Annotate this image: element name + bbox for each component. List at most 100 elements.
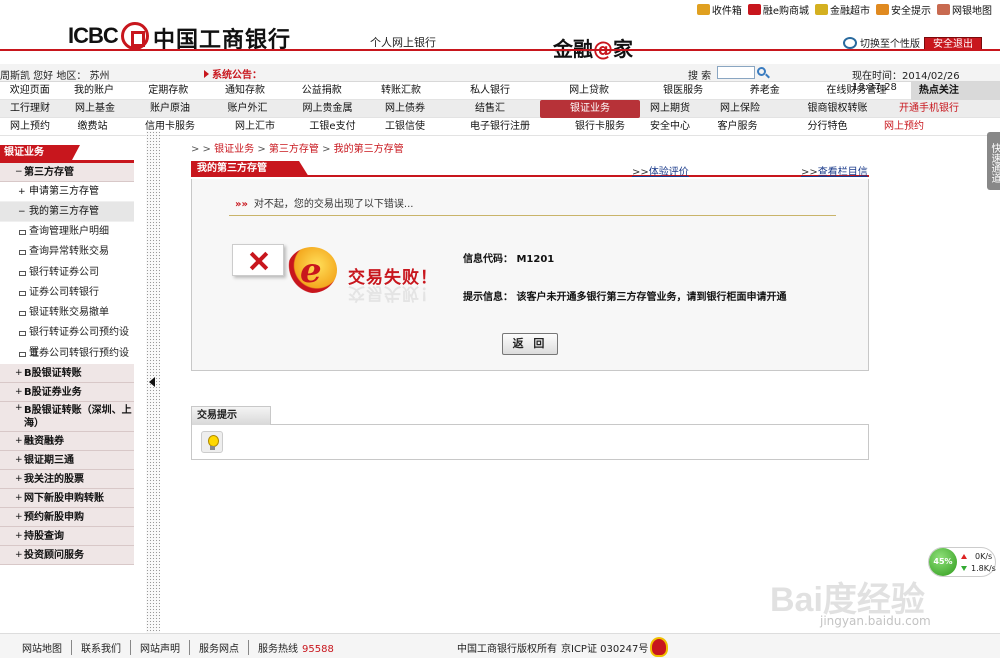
sidebar-leaf-6[interactable]: 证券公司转银行预约设置 (0, 344, 134, 379)
hotline-number: 95588 (302, 644, 334, 655)
sidebar-category-6[interactable]: + 网下新股申购转账 (0, 489, 134, 509)
nav-row1-item-7[interactable]: 网上贷款 (540, 82, 639, 100)
nav-row2-item-7[interactable]: 银证业务 (540, 100, 640, 118)
collapse-icon: − (18, 207, 26, 217)
nav-row2-item-8[interactable]: 网上期货 (640, 100, 700, 118)
sidebar-category-8[interactable]: + 持股查询 (0, 527, 134, 547)
nav-row2-item-5[interactable]: 网上债券 (370, 100, 440, 118)
nav-row2-item-3[interactable]: 账户外汇 (210, 100, 285, 118)
sidebar-category-4[interactable]: + 银证期三通 (0, 451, 134, 471)
nav-row3-item-11[interactable]: 网上预约 (880, 118, 975, 136)
toplink-label: 网银地图 (952, 6, 992, 17)
sidebar-category-2[interactable]: + B股银证转账（深圳、上海） (0, 402, 134, 433)
nav-row2-item-10[interactable]: 银商银权转账 (780, 100, 895, 118)
sidebar-leaf-2[interactable]: 银行转证券公司 (0, 263, 134, 283)
baidu-watermark-url: jingyan.baidu.com (820, 614, 931, 628)
nav-row3-item-5[interactable]: 工银信使 (370, 118, 440, 136)
nav-row2-item-9[interactable]: 网上保险 (700, 100, 780, 118)
nav-row-2: 工行理财 网上基金 账户原油 账户外汇 网上贵金属 网上债券 结售汇 银证业务 网上期货 网上保险… (0, 100, 1000, 118)
breadcrumb-item[interactable]: 第三方存管 (269, 144, 319, 155)
nav-row3-item-7[interactable]: 银行卡服务 (560, 118, 640, 136)
nav-row2-item-2[interactable]: 账户原油 (130, 100, 210, 118)
sidebar-category-9[interactable]: + 投资顾问服务 (0, 546, 134, 566)
tips-header: 交易提示 (191, 406, 869, 425)
footer: 网站地图 联系我们 网站声明 服务网点 服务热线 95588 中国工商银行版权所有 京IC… (0, 633, 1000, 658)
nav-row1-item-1[interactable]: 我的账户 (59, 82, 128, 100)
sidebar-leaf-5[interactable]: 银行转证券公司预约设置 (0, 323, 134, 358)
footer-link-3[interactable]: 服务网点 (190, 640, 249, 655)
collapse-icon: − (15, 167, 23, 177)
toplink-2[interactable]: 金融超市 (815, 2, 870, 17)
feedback-label: 体验评价 (648, 167, 689, 178)
link-prefix: >> (632, 167, 649, 178)
nav-row2-item-11[interactable]: 开通手机银行 (895, 100, 985, 118)
nav-row2-item-6[interactable]: 结售汇 (440, 100, 540, 118)
nav-row3-item-8[interactable]: 安全中心 (640, 118, 700, 136)
sidebar-category-5[interactable]: + 我关注的股票 (0, 470, 134, 490)
police-badge-icon[interactable] (650, 637, 668, 657)
toplink-3[interactable]: 安全提示 (876, 2, 931, 17)
feedback-link[interactable]: >>体验评价 (632, 163, 689, 178)
fail-title-reflection: 交易失败！ (348, 283, 438, 303)
sidebar-category-0[interactable]: + B股银证转账 (0, 364, 134, 384)
brand-header: ICBC 中国工商银行 个人网上银行 金融@家 收件箱 融e购商城 金融超市 安全提示… (0, 0, 1000, 64)
sidebar-item-label: 我的第三方存管 (29, 206, 99, 217)
search-input[interactable] (717, 66, 755, 79)
expand-icon: + (15, 368, 23, 379)
switch-view-link[interactable]: 切换至个性版 (843, 35, 920, 50)
toplink-4[interactable]: 网银地图 (937, 2, 992, 17)
footer-link-1[interactable]: 联系我们 (72, 640, 131, 655)
nav-row3-item-0[interactable]: 网上预约 (0, 118, 60, 136)
nav-row3-item-2[interactable]: 信用卡服务 (125, 118, 215, 136)
back-button[interactable]: 返 回 (502, 333, 558, 355)
sidebar-leaf-0[interactable]: 查询管理账户明细 (0, 222, 134, 242)
nav-row1-item-9[interactable]: 养老金 (728, 82, 802, 100)
search-icon[interactable] (757, 67, 766, 76)
sidebar-category-7[interactable]: + 预约新股申购 (0, 508, 134, 528)
nav-row1-item-10[interactable]: 在线财务管理 (802, 82, 911, 100)
nav-row3-item-9[interactable]: 客户服务 (700, 118, 775, 136)
nav-row3-item-4[interactable]: 工银e支付 (295, 118, 370, 136)
sidebar-leaf-3[interactable]: 证券公司转银行 (0, 283, 134, 303)
download-arrow-icon (961, 566, 967, 571)
nav-row1-item-8[interactable]: 银医服务 (639, 82, 728, 100)
collapse-sidebar-arrow-icon[interactable] (149, 377, 155, 387)
nav-row1-item-2[interactable]: 定期存款 (129, 82, 208, 100)
toplink-label: 收件箱 (711, 6, 742, 17)
footer-link-0[interactable]: 网站地图 (22, 640, 72, 655)
sidebar-leaf-4[interactable]: 银证转账交易撤单 (0, 303, 134, 323)
sidebar-item-my-custody[interactable]: − 我的第三方存管 (0, 202, 134, 222)
sidebar-group-third-party[interactable]: − 第三方存管 (0, 163, 134, 182)
sidebar-title: 银证业务 (0, 145, 80, 160)
system-notice[interactable]: 系统公告： (204, 66, 262, 81)
quick-channel-tab[interactable]: 快速通道 (987, 132, 1000, 190)
nav-row1-item-3[interactable]: 通知存款 (208, 82, 282, 100)
nav-row1-item-0[interactable]: 欢迎页面 (0, 82, 59, 100)
icbc-logo-text: ICBC (68, 23, 119, 48)
nav-row1-item-6[interactable]: 私人银行 (441, 82, 540, 100)
breadcrumb-item[interactable]: 我的第三方存管 (334, 144, 404, 155)
nav-row2-item-0[interactable]: 工行理财 (0, 100, 60, 118)
nav-row3-item-1[interactable]: 缴费站 (60, 118, 125, 136)
nav-row3-item-6[interactable]: 电子银行注册 (440, 118, 560, 136)
nav-row2-item-4[interactable]: 网上贵金属 (285, 100, 370, 118)
nav-row2-item-1[interactable]: 网上基金 (60, 100, 130, 118)
sidebar-leaf-1[interactable]: 查询异常转账交易 (0, 242, 134, 262)
error-panel: »» 对不起，您的交易出现了以下错误... e 交易失败！ 交易失败！ 信息代码：… (191, 179, 869, 371)
nav-row3-item-3[interactable]: 网上汇市 (215, 118, 295, 136)
nav-row1-item-11[interactable]: 热点关注 (910, 82, 1000, 100)
eye-icon (843, 36, 857, 49)
nav-row3-item-10[interactable]: 分行特色 (775, 118, 880, 136)
sidebar-item-apply[interactable]: + 申请第三方存管 (0, 182, 134, 202)
footer-link-2[interactable]: 网站声明 (131, 640, 190, 655)
expand-icon: + (15, 550, 23, 561)
sidebar-category-1[interactable]: + B股证券业务 (0, 383, 134, 403)
sidebar-category-3[interactable]: + 融资融券 (0, 432, 134, 452)
toplink-0[interactable]: 收件箱 (696, 2, 742, 17)
breadcrumb-item[interactable]: 银证业务 (214, 144, 254, 155)
hotline-label: 服务热线 (258, 644, 298, 655)
sidebar-category-label: 预约新股申购 (24, 512, 84, 524)
nav-row1-item-5[interactable]: 转账汇款 (361, 82, 440, 100)
toplink-1[interactable]: 融e购商城 (747, 2, 809, 17)
nav-row1-item-4[interactable]: 公益捐款 (282, 82, 361, 100)
